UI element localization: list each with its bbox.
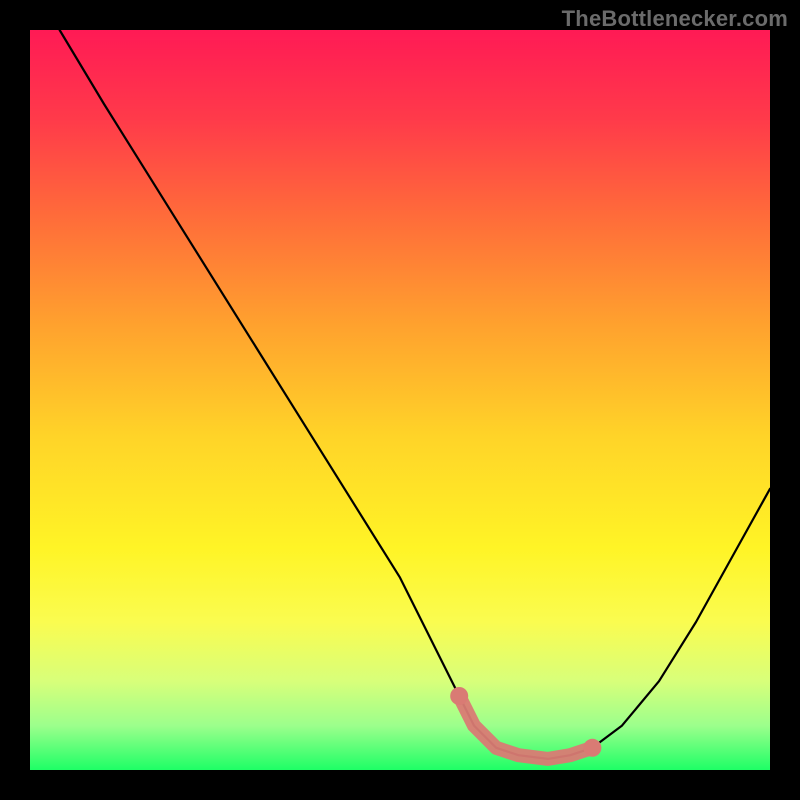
watermark-text: TheBottlenecker.com [562, 6, 788, 32]
chart-frame: TheBottlenecker.com [0, 0, 800, 800]
optimal-zone-end-dot [583, 739, 601, 757]
bottleneck-curve [60, 30, 770, 759]
optimal-zone-marker [459, 696, 592, 759]
optimal-zone-end-dot [450, 687, 468, 705]
curve-svg [30, 30, 770, 770]
plot-area [30, 30, 770, 770]
